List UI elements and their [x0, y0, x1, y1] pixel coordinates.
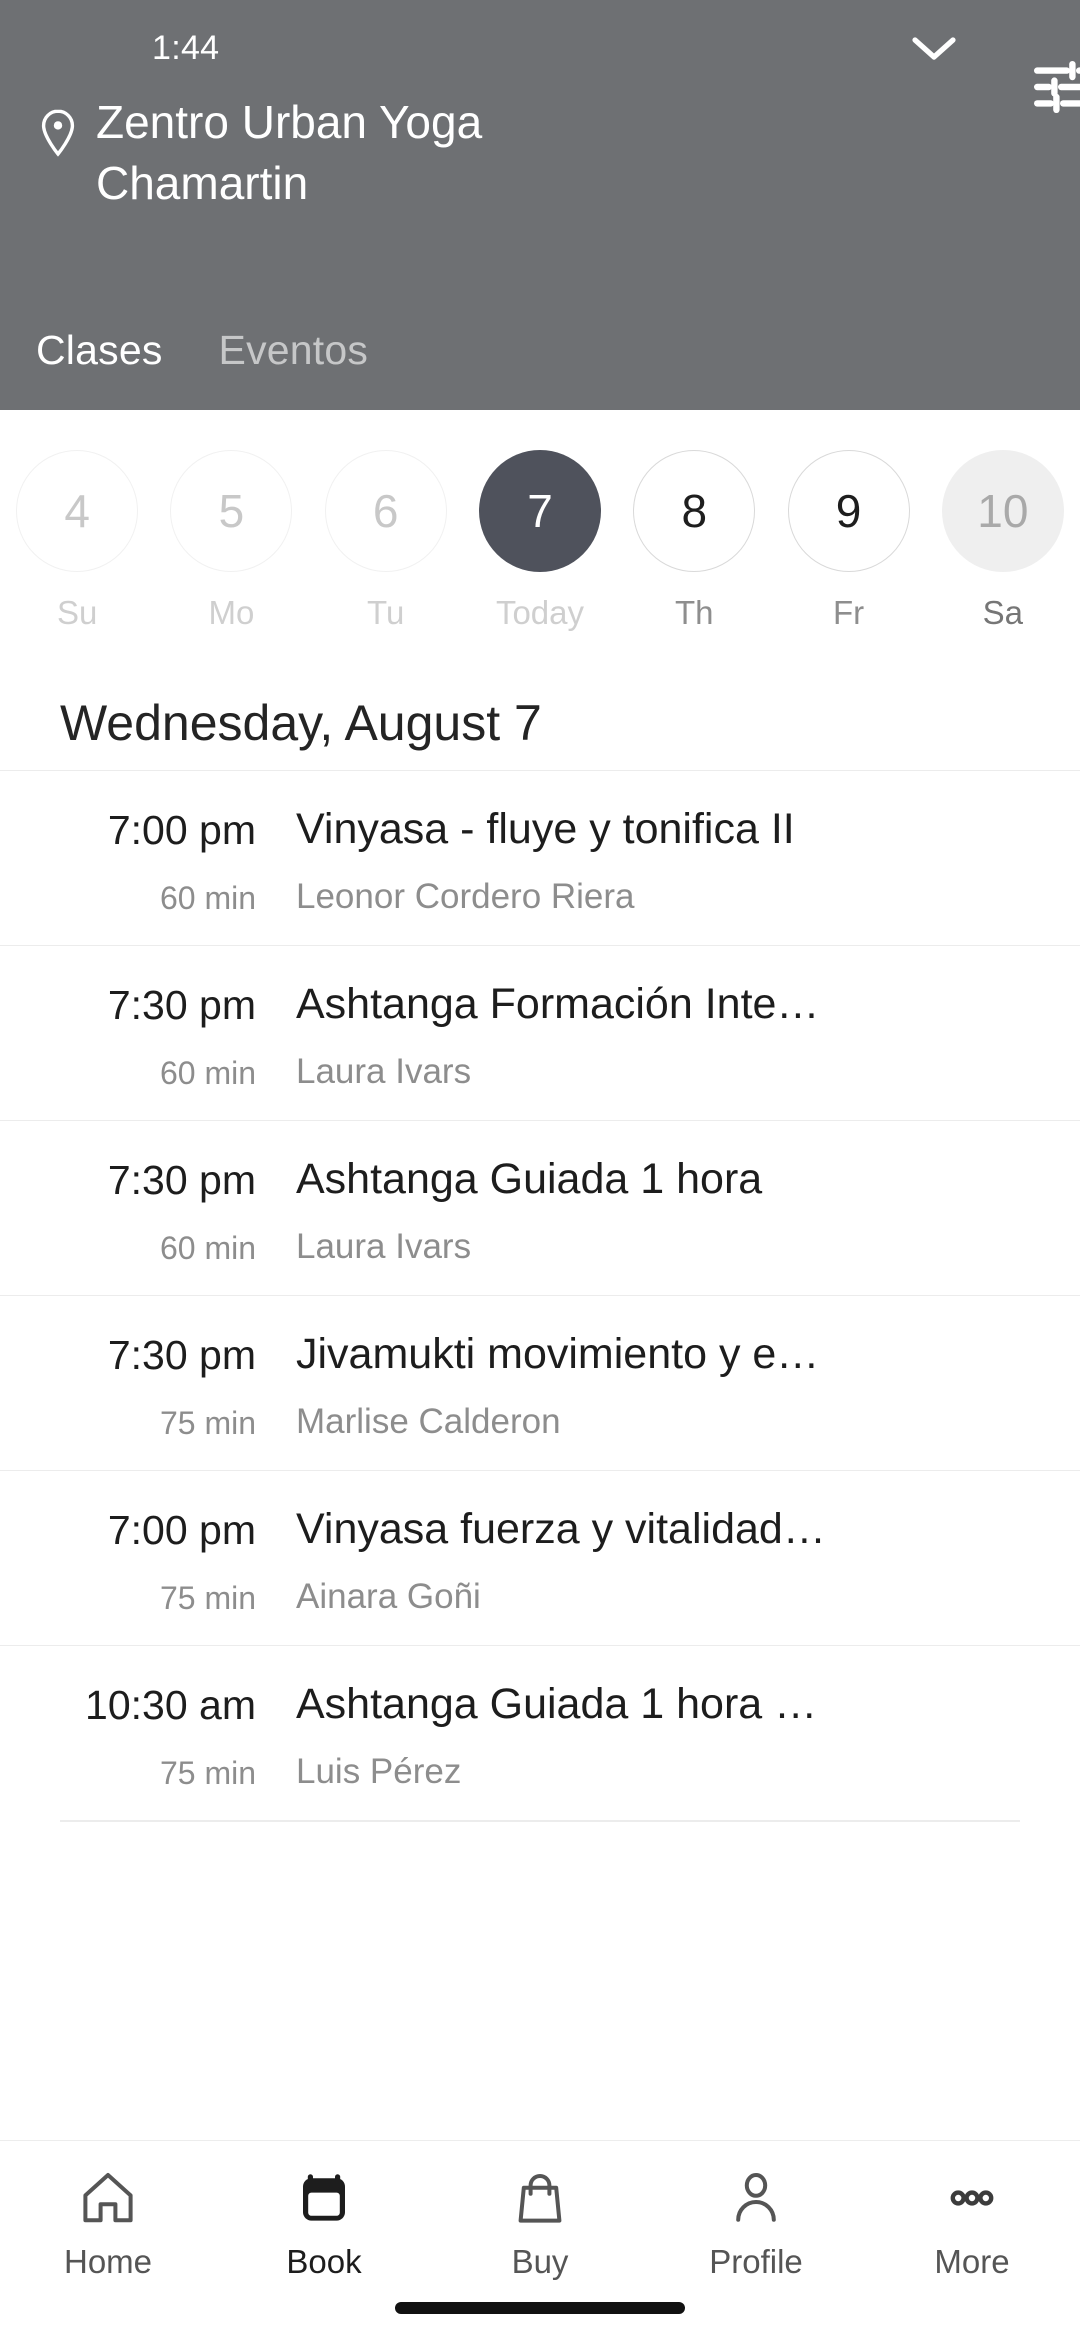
nav-label: Buy: [511, 2243, 569, 2280]
class-name: Ashtanga Formación Inte…: [296, 980, 820, 1028]
class-instructor: Leonor Cordero Riera: [296, 876, 635, 916]
class-time-column: 7:30 pm 60 min: [60, 1151, 296, 1267]
person-icon: [727, 2167, 785, 2229]
status-bar-clock: 1:44: [152, 28, 220, 67]
date-cell-6[interactable]: 6 Tu: [309, 450, 463, 632]
class-instructor: Laura Ivars: [296, 1226, 472, 1266]
class-time-column: 7:00 pm 75 min: [60, 1501, 296, 1617]
date-cell-4[interactable]: 4 Su: [0, 450, 154, 632]
nav-item-more[interactable]: More: [864, 2167, 1080, 2281]
date-number: 7: [478, 450, 601, 572]
class-time-column: 7:30 pm 75 min: [60, 1326, 296, 1442]
class-time-column: 7:00 pm 60 min: [60, 801, 296, 917]
app-screen: 1:44 Zentro Urban Yoga Chamartin Clases …: [0, 0, 1080, 2340]
nav-item-home[interactable]: Home: [0, 2167, 216, 2281]
date-cell-10[interactable]: 10 Sa: [926, 450, 1080, 632]
nav-label: Profile: [709, 2243, 803, 2280]
class-row[interactable]: 10:30 am 75 min Ashtanga Guiada 1 hora ……: [0, 1645, 1080, 1820]
date-number: 10: [941, 450, 1064, 572]
schedule-date-heading: Wednesday, August 7: [60, 695, 542, 751]
class-time: 7:00 pm: [107, 1507, 256, 1553]
class-name: Ashtanga Guiada 1 hora: [296, 1155, 763, 1203]
date-weekday: Th: [675, 594, 714, 631]
home-icon: [79, 2167, 137, 2229]
class-name: Ashtanga Guiada 1 hora …: [296, 1680, 818, 1728]
class-info-column: Vinyasa fuerza y vitalidad… Ainara Goñi: [296, 1501, 1020, 1617]
date-weekday: Su: [56, 594, 98, 631]
tab-clases[interactable]: Clases: [36, 327, 163, 374]
date-number: 5: [170, 450, 293, 572]
date-cell-7-today[interactable]: 7 Today: [463, 450, 617, 632]
date-weekday: Fr: [832, 594, 865, 631]
date-number: 6: [324, 450, 447, 572]
venue-name: Zentro Urban Yoga Chamartin: [96, 96, 483, 210]
filter-button[interactable]: [1016, 44, 1080, 134]
date-weekday: Today: [495, 594, 585, 631]
class-duration: 60 min: [159, 880, 256, 916]
nav-label: More: [934, 2243, 1010, 2280]
class-duration: 60 min: [159, 1230, 256, 1266]
nav-label: Home: [63, 2243, 153, 2280]
schedule-list[interactable]: Wednesday, August 7 7:00 pm 60 min Vinya…: [0, 652, 1080, 2140]
date-cell-8[interactable]: 8 Th: [617, 450, 771, 632]
filter-sliders-icon: [1030, 59, 1080, 120]
list-end-divider: [60, 1820, 1020, 1822]
class-duration: 75 min: [159, 1580, 256, 1616]
chevron-down-icon: [911, 34, 957, 67]
class-time-column: 10:30 am 75 min: [60, 1676, 296, 1792]
class-name: Vinyasa fuerza y vitalidad…: [296, 1505, 826, 1553]
date-number: 4: [16, 450, 139, 572]
class-info-column: Jivamukti movimiento y e… Marlise Calder…: [296, 1326, 1020, 1442]
class-instructor: Luis Pérez: [296, 1751, 462, 1791]
class-duration: 75 min: [159, 1405, 256, 1441]
class-name: Jivamukti movimiento y e…: [296, 1330, 820, 1378]
class-info-column: Ashtanga Guiada 1 hora … Luis Pérez: [296, 1676, 1020, 1792]
class-duration: 75 min: [159, 1755, 256, 1791]
class-row[interactable]: 7:00 pm 60 min Vinyasa - fluye y tonific…: [0, 770, 1080, 945]
date-number: 9: [787, 450, 910, 572]
date-weekday: Mo: [208, 594, 255, 631]
class-time-column: 7:30 pm 60 min: [60, 976, 296, 1092]
class-name: Vinyasa - fluye y tonifica II: [296, 805, 795, 853]
class-time: 7:30 pm: [107, 982, 256, 1028]
location-pin-icon: [36, 108, 80, 158]
class-info-column: Ashtanga Formación Inte… Laura Ivars: [296, 976, 1020, 1092]
home-indicator-bar: [395, 2302, 685, 2314]
venue-dropdown-button[interactable]: [906, 22, 962, 78]
header-tabs: Clases Eventos: [36, 327, 368, 374]
date-number: 8: [633, 450, 756, 572]
class-time: 7:30 pm: [107, 1332, 256, 1378]
date-weekday: Tu: [367, 594, 405, 631]
class-info-column: Vinyasa - fluye y tonifica II Leonor Cor…: [296, 801, 1020, 917]
class-row[interactable]: 7:00 pm 75 min Vinyasa fuerza y vitalida…: [0, 1470, 1080, 1645]
class-time: 7:00 pm: [107, 807, 256, 853]
bag-icon: [511, 2167, 569, 2229]
venue-selector[interactable]: Zentro Urban Yoga Chamartin: [36, 92, 1044, 214]
class-time: 7:30 pm: [107, 1157, 256, 1203]
class-info-column: Ashtanga Guiada 1 hora Laura Ivars: [296, 1151, 1020, 1267]
nav-item-buy[interactable]: Buy: [432, 2167, 648, 2281]
nav-label: Book: [286, 2243, 362, 2280]
class-duration: 60 min: [159, 1055, 256, 1091]
date-cell-9[interactable]: 9 Fr: [771, 450, 925, 632]
class-time: 10:30 am: [85, 1682, 256, 1728]
status-bar: 1:44: [36, 0, 1044, 96]
date-strip: 4 Su 5 Mo 6 Tu 7 Today 8 Th 9 Fr 10 Sa: [0, 410, 1080, 652]
class-instructor: Marlise Calderon: [296, 1401, 561, 1441]
ellipsis-icon: [943, 2167, 1001, 2229]
class-row[interactable]: 7:30 pm 60 min Ashtanga Guiada 1 hora La…: [0, 1120, 1080, 1295]
tab-eventos[interactable]: Eventos: [219, 327, 369, 374]
nav-item-book[interactable]: Book: [216, 2167, 432, 2281]
class-instructor: Ainara Goñi: [296, 1576, 481, 1616]
date-weekday: Sa: [982, 594, 1024, 631]
date-cell-5[interactable]: 5 Mo: [154, 450, 308, 632]
nav-item-profile[interactable]: Profile: [648, 2167, 864, 2281]
bottom-navigation: Home Book Buy Profile More: [0, 2140, 1080, 2340]
class-row[interactable]: 7:30 pm 60 min Ashtanga Formación Inte… …: [0, 945, 1080, 1120]
app-header: 1:44 Zentro Urban Yoga Chamartin Clases …: [0, 0, 1080, 410]
class-row[interactable]: 7:30 pm 75 min Jivamukti movimiento y e……: [0, 1295, 1080, 1470]
calendar-icon: [295, 2167, 353, 2229]
class-instructor: Laura Ivars: [296, 1051, 472, 1091]
